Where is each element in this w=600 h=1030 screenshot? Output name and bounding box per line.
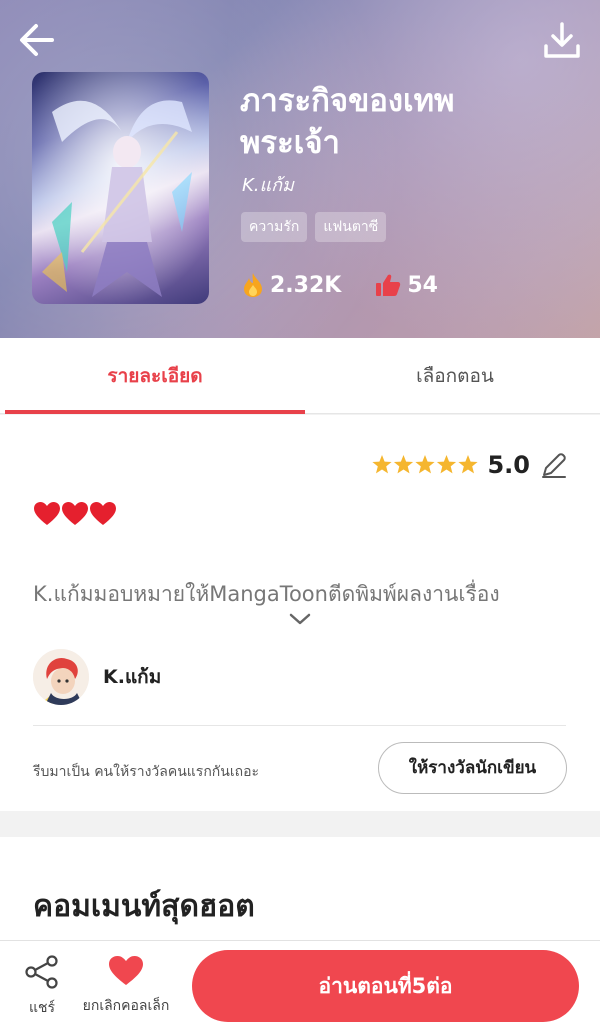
share-icon <box>25 955 58 989</box>
views-count: 2.32K <box>270 272 342 298</box>
tab-detail[interactable]: รายละเอียด <box>5 338 305 414</box>
bottom-bar: แชร์ ยกเลิกคอลเล็ก อ่านตอนที่5ต่อ <box>0 940 600 1030</box>
divider <box>33 725 566 726</box>
tag-fantasy[interactable]: แฟนตาซี <box>315 212 387 242</box>
back-button[interactable] <box>18 20 58 60</box>
comments-title: คอมเมนท์สุดฮอต <box>33 889 255 924</box>
heart-emoji-icon <box>34 502 116 525</box>
hearts-emoji <box>33 501 117 527</box>
book-author[interactable]: K.แก้ม <box>242 170 294 199</box>
views-stat: 2.32K <box>242 272 341 298</box>
book-description: K.แก้มมอบหมายให้MangaToonตีดพิมพ์ผลงานเร… <box>33 582 500 606</box>
detail-panel: 5.0 ❤️❤️❤️ K.แก้มมอบหมายให้MangaToonตีดพ… <box>0 415 600 811</box>
download-button[interactable] <box>542 20 582 60</box>
book-title: ภาระกิจของเทพพระเจ้า <box>240 83 455 161</box>
arrow-left-icon <box>20 24 54 56</box>
rating-value: 5.0 <box>487 451 530 479</box>
pencil-icon[interactable] <box>540 451 568 479</box>
book-header: ภาระกิจของเทพพระเจ้า K.แก้ม ความรัก แฟนต… <box>0 0 600 338</box>
likes-stat: 54 <box>375 273 438 298</box>
share-label: แชร์ <box>28 1000 56 1016</box>
tag-list: ความรัก แฟนตาซี <box>241 212 387 242</box>
book-stats: 2.32K 54 <box>242 272 438 298</box>
book-cover <box>32 72 209 304</box>
heart-icon <box>109 956 143 985</box>
tab-bar: รายละเอียด เลือกตอน <box>0 338 600 414</box>
rating: 5.0 <box>371 451 568 479</box>
likes-count: 54 <box>407 272 438 298</box>
chevron-down-icon[interactable] <box>288 612 312 626</box>
author-row[interactable]: K.แก้ม <box>33 649 161 705</box>
uncollect-button[interactable]: ยกเลิกคอลเล็ก <box>74 955 178 1017</box>
uncollect-label: ยกเลิกคอลเล็ก <box>82 998 170 1014</box>
author-name[interactable]: K.แก้ม <box>103 662 161 692</box>
download-icon <box>544 22 580 58</box>
reward-prompt: รีบมาเป็น คนให้รางวัลคนแรกกันเถอะ <box>33 764 260 780</box>
tab-episodes[interactable]: เลือกตอน <box>305 338 600 414</box>
tag-romance[interactable]: ความรัก <box>241 212 308 242</box>
thumbs-up-icon <box>376 274 401 296</box>
avatar[interactable] <box>33 649 89 705</box>
comments-section: คอมเมนท์สุดฮอต <box>0 837 600 947</box>
share-button[interactable]: แชร์ <box>22 955 62 1019</box>
continue-reading-button[interactable]: อ่านตอนที่5ต่อ <box>192 950 579 1022</box>
fire-icon <box>244 273 262 297</box>
reward-author-button[interactable]: ให้รางวัลนักเขียน <box>378 742 567 794</box>
star-rating-icon <box>372 455 479 474</box>
